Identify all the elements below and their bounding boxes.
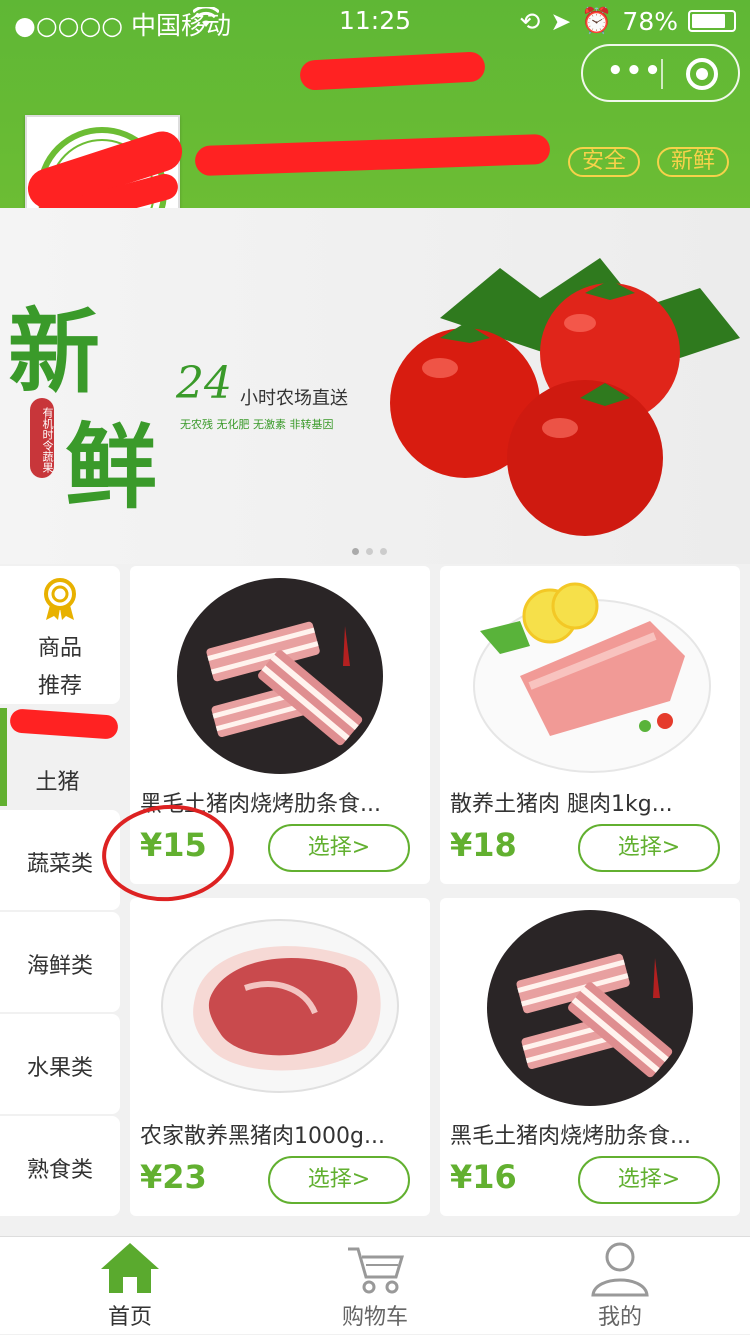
tag-safe: 安全: [568, 147, 641, 177]
product-price: ¥16: [450, 1158, 517, 1196]
product-price: ¥18: [450, 826, 517, 864]
sidebar-item-seafood[interactable]: 海鲜类: [0, 912, 120, 1012]
sidebar-item-recommended[interactable]: 商品 推荐: [0, 566, 120, 704]
tab-profile[interactable]: 我的: [545, 1237, 695, 1335]
sidebar-item-label: 海鲜类: [26, 954, 93, 979]
banner-char-2: 鲜: [65, 413, 158, 521]
select-button[interactable]: 选择>: [268, 824, 410, 872]
more-icon[interactable]: •••: [607, 56, 663, 86]
tab-home[interactable]: 首页: [55, 1237, 205, 1335]
product-image: [177, 578, 383, 774]
product-card[interactable]: 农家散养黑猪肉1000g... ¥23 选择>: [130, 898, 430, 1216]
product-name: 黑毛土猪肉烧烤肋条食...: [450, 1124, 691, 1149]
home-icon: [101, 1243, 159, 1293]
product-price: ¥23: [140, 1158, 207, 1196]
tab-label: 首页: [107, 1305, 152, 1330]
product-image: [487, 910, 693, 1106]
page-dot: [366, 548, 373, 555]
lock-rotation-icon: ⟲: [519, 6, 541, 36]
close-miniapp-icon[interactable]: [686, 58, 718, 90]
product-name: 农家散养黑猪肉1000g...: [140, 1124, 385, 1149]
tomato-image: [390, 258, 740, 536]
product-card[interactable]: 黑毛土猪肉烧烤肋条食... ¥16 选择>: [440, 898, 740, 1216]
tab-label: 我的: [597, 1305, 642, 1330]
alarm-icon: ⏰: [581, 6, 613, 35]
banner-char-1: 新: [8, 298, 101, 406]
product-name: 散养土猪肉 腿肉1kg...: [450, 792, 673, 817]
sidebar-item-label: 商品: [37, 636, 82, 661]
annotation-circle: [102, 804, 234, 902]
battery-icon: [688, 10, 736, 32]
banner-seal: 有机时令蔬果: [30, 398, 54, 478]
sidebar-item-pork[interactable]: 土猪: [0, 706, 120, 808]
sidebar-item-label: 推荐: [37, 674, 82, 699]
redacted-category: [9, 708, 119, 740]
location-icon: ➤: [550, 6, 572, 36]
award-icon: [44, 578, 76, 620]
product-image: [473, 582, 711, 773]
tab-bar: 首页 购物车 我的: [0, 1236, 750, 1334]
miniapp-capsule: •••: [581, 44, 740, 102]
battery-percent: 78%: [622, 6, 678, 36]
sidebar-item-label: 水果类: [26, 1056, 93, 1081]
select-button[interactable]: 选择>: [578, 824, 720, 872]
banner-subtitle: 无农残 无化肥 无激素 非转基因: [180, 418, 334, 431]
promo-banner[interactable]: 新 鲜 有机时令蔬果 24 小时农场直送 无农残 无化肥 无激素 非转基因: [0, 208, 750, 564]
cart-icon: [348, 1247, 405, 1294]
status-bar: ●○○○○ 中国移动 11:25 ⟲ ➤ ⏰ 78%: [0, 0, 750, 40]
sidebar-item-label: 熟食类: [26, 1158, 93, 1183]
capsule-divider: [661, 59, 663, 89]
user-icon: [591, 1242, 649, 1297]
tab-cart[interactable]: 购物车: [300, 1237, 450, 1335]
page-dot: [380, 548, 387, 555]
product-image: [161, 919, 399, 1093]
page-dot: [352, 548, 359, 555]
battery-status: ⟲ ➤ ⏰ 78%: [519, 6, 736, 36]
sidebar-item-deli[interactable]: 熟食类: [0, 1116, 120, 1216]
tag-fresh: 新鲜: [657, 147, 730, 177]
banner-headline: 小时农场直送: [240, 388, 348, 409]
banner-pagination: [352, 548, 387, 555]
select-button[interactable]: 选择>: [268, 1156, 410, 1204]
sidebar-item-label: 土猪: [35, 770, 80, 795]
tab-label: 购物车: [341, 1305, 408, 1330]
select-button[interactable]: 选择>: [578, 1156, 720, 1204]
product-card[interactable]: 散养土猪肉 腿肉1kg... ¥18 选择>: [440, 566, 740, 884]
sidebar-item-fruit[interactable]: 水果类: [0, 1014, 120, 1114]
banner-hours: 24: [176, 358, 232, 409]
